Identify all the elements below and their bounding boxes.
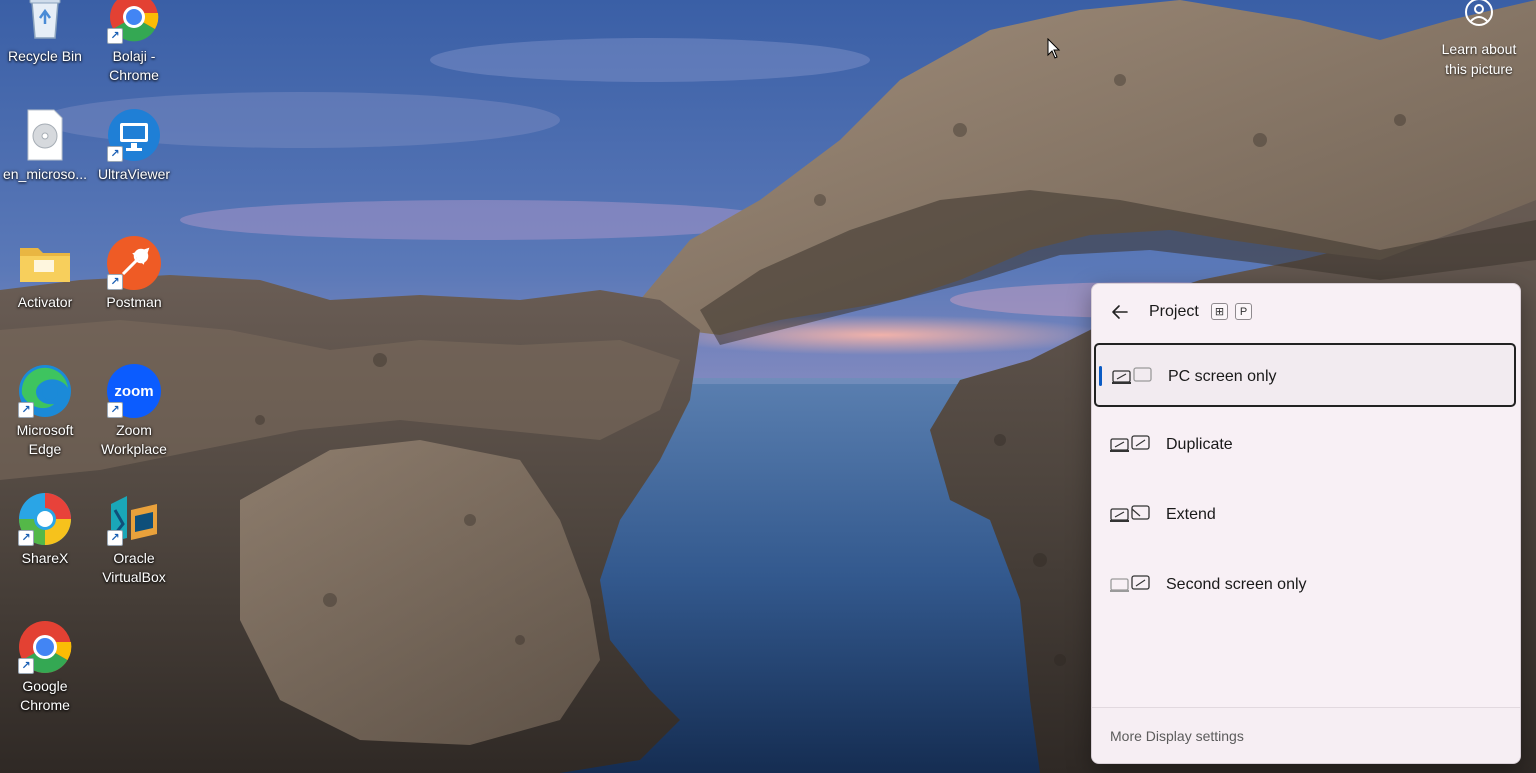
duplicate-icon (1110, 435, 1150, 452)
disc-image-file-icon (16, 106, 74, 164)
zoom-logo-text: zoom (114, 383, 153, 400)
extend-icon (1110, 505, 1150, 522)
pc-screen-only-icon (1112, 367, 1152, 384)
desktop-icon-label: Zoom Workplace (101, 422, 167, 457)
desktop-icon-ultraviewer[interactable]: ↗ UltraViewer (89, 106, 179, 184)
desktop-icon-label: Bolaji - Chrome (109, 48, 159, 83)
option-label: Duplicate (1166, 436, 1233, 453)
desktop-icon-label: Recycle Bin (8, 48, 82, 64)
zoom-icon: zoom ↗ (105, 362, 163, 420)
sharex-icon: ↗ (16, 490, 74, 548)
ultraviewer-icon: ↗ (105, 106, 163, 164)
camera-info-icon (1465, 0, 1493, 26)
desktop-icon-microsoft-edge[interactable]: ↗ Microsoft Edge (0, 362, 90, 459)
second-screen-only-icon (1110, 575, 1150, 592)
desktop-icon-activator[interactable]: Activator (0, 234, 90, 312)
shortcut-arrow-icon: ↗ (107, 530, 123, 546)
desktop-icon-label: Google Chrome (20, 678, 70, 713)
desktop-icon-label: en_microso... (2, 166, 88, 182)
option-pc-screen-only[interactable]: PC screen only (1094, 343, 1516, 407)
desktop-icon-label: Postman (106, 294, 162, 310)
desktop[interactable]: Recycle Bin ↗ Bolaji - Chrome en_microso… (0, 0, 1536, 773)
project-flyout-header: Project ⊞ P (1092, 284, 1520, 340)
desktop-icon-oracle-virtualbox[interactable]: ↗ Oracle VirtualBox (89, 490, 179, 587)
desktop-icon-label: Microsoft Edge (16, 422, 74, 457)
back-button[interactable] (1106, 298, 1134, 326)
shortcut-arrow-icon: ↗ (107, 146, 123, 162)
desktop-icon-postman[interactable]: ↗ Postman (89, 234, 179, 312)
shortcut-arrow-icon: ↗ (107, 274, 123, 290)
learn-about-picture-button[interactable]: Learn about this picture (1432, 0, 1526, 79)
chrome-icon: ↗ (105, 0, 163, 46)
desktop-icon-label: UltraViewer (97, 166, 171, 182)
desktop-icon-google-chrome[interactable]: ↗ Google Chrome (0, 618, 90, 715)
option-duplicate[interactable]: Duplicate (1094, 413, 1516, 477)
option-label: PC screen only (1168, 368, 1277, 385)
option-label: Second screen only (1166, 576, 1307, 593)
desktop-icon-label: Oracle VirtualBox (102, 550, 166, 585)
shortcut-arrow-icon: ↗ (18, 658, 34, 674)
desktop-icon-label: Activator (17, 294, 73, 310)
virtualbox-icon: ↗ (105, 490, 163, 548)
project-title: Project (1149, 303, 1199, 320)
edge-icon: ↗ (16, 362, 74, 420)
folder-icon (16, 234, 74, 292)
more-display-settings-link[interactable]: More Display settings (1110, 728, 1244, 744)
shortcut-arrow-icon: ↗ (18, 402, 34, 418)
option-label: Extend (1166, 506, 1216, 523)
desktop-icon-label: ShareX (21, 550, 69, 566)
shortcut-arrow-icon: ↗ (18, 530, 34, 546)
arrow-left-icon (1112, 305, 1128, 319)
p-key-hint: P (1235, 303, 1252, 320)
desktop-icon-zoom[interactable]: zoom ↗ Zoom Workplace (89, 362, 179, 459)
selected-indicator (1099, 366, 1102, 386)
option-second-screen-only[interactable]: Second screen only (1094, 553, 1516, 617)
project-flyout: Project ⊞ P PC screen only Duplicate Ext… (1091, 283, 1521, 764)
shortcut-arrow-icon: ↗ (107, 28, 123, 44)
chrome-icon: ↗ (16, 618, 74, 676)
shortcut-arrow-icon: ↗ (107, 402, 123, 418)
desktop-icon-disc-image[interactable]: en_microso... (0, 106, 90, 184)
project-flyout-footer: More Display settings (1092, 707, 1520, 763)
postman-icon: ↗ (105, 234, 163, 292)
windows-key-hint: ⊞ (1211, 303, 1228, 320)
desktop-icon-recycle-bin[interactable]: Recycle Bin (0, 0, 90, 66)
desktop-icon-sharex[interactable]: ↗ ShareX (0, 490, 90, 568)
recycle-bin-icon (16, 0, 74, 46)
learn-about-picture-label: Learn about this picture (1441, 41, 1517, 77)
option-extend[interactable]: Extend (1094, 483, 1516, 547)
mouse-cursor-icon (1047, 38, 1061, 59)
desktop-icon-bolaji-chrome[interactable]: ↗ Bolaji - Chrome (89, 0, 179, 85)
